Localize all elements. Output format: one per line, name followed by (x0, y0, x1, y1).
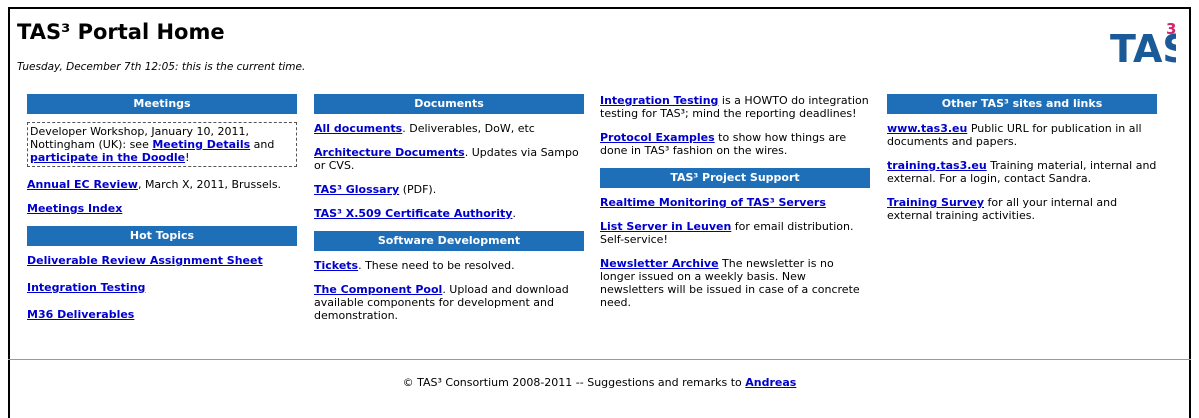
survey-item: Training Survey for all your internal an… (887, 196, 1157, 222)
other-sites-header: Other TAS³ sites and links (887, 94, 1157, 114)
newsletter-item: Newsletter Archive The newsletter is no … (600, 257, 870, 309)
column-meetings: Meetings Developer Workshop, January 10,… (27, 94, 297, 335)
page-title: TAS³ Portal Home (17, 20, 225, 44)
project-support-header: TAS³ Project Support (600, 168, 870, 188)
hot-topic-item: Integration Testing (27, 281, 297, 294)
bang-text: ! (185, 151, 190, 164)
hot-topic-item: Deliverable Review Assignment Sheet (27, 254, 297, 267)
x509-text: . (512, 207, 516, 220)
footer: © TAS³ Consortium 2008-2011 -- Suggestio… (0, 376, 1199, 389)
logo-sup: 3 (1166, 20, 1176, 38)
annual-review-link[interactable]: Annual EC Review (27, 178, 138, 191)
www-item: www.tas3.eu Public URL for publication i… (887, 122, 1157, 148)
all-documents-link[interactable]: All documents (314, 122, 402, 135)
www-tas3-link[interactable]: www.tas3.eu (887, 122, 967, 135)
meetings-index-link[interactable]: Meetings Index (27, 202, 122, 215)
tas3-logo[interactable]: TAS 3 (1110, 20, 1190, 71)
realtime-item: Realtime Monitoring of TAS³ Servers (600, 196, 870, 209)
architecture-documents-link[interactable]: Architecture Documents (314, 146, 465, 159)
column-documents: Documents All documents. Deliverables, D… (314, 94, 584, 333)
hot-topics-header: Hot Topics (27, 226, 297, 246)
integration-testing-hot-link[interactable]: Integration Testing (27, 281, 145, 294)
glossary-link[interactable]: TAS³ Glossary (314, 183, 399, 196)
integration-item: Integration Testing is a HOWTO do integr… (600, 94, 870, 120)
x509-item: TAS³ X.509 Certificate Authority. (314, 207, 584, 220)
column-other-sites: Other TAS³ sites and links www.tas3.eu P… (887, 94, 1157, 233)
documents-header: Documents (314, 94, 584, 114)
and-text: and (250, 138, 275, 151)
footer-text: © TAS³ Consortium 2008-2011 -- Suggestio… (402, 376, 746, 389)
meetings-header: Meetings (27, 94, 297, 114)
footer-divider (8, 359, 1191, 360)
glossary-text: (PDF). (399, 183, 437, 196)
list-server-item: List Server in Leuven for email distribu… (600, 220, 870, 246)
protocol-examples-link[interactable]: Protocol Examples (600, 131, 715, 144)
realtime-monitoring-link[interactable]: Realtime Monitoring of TAS³ Servers (600, 196, 826, 209)
meetings-index-item: Meetings Index (27, 202, 297, 215)
integration-testing-link[interactable]: Integration Testing (600, 94, 718, 107)
meeting-details-link[interactable]: Meeting Details (152, 138, 250, 151)
workshop-notice: Developer Workshop, January 10, 2011, No… (27, 122, 297, 167)
doodle-link[interactable]: participate in the Doodle (30, 151, 185, 164)
training-survey-link[interactable]: Training Survey (887, 196, 984, 209)
glossary-item: TAS³ Glossary (PDF). (314, 183, 584, 196)
hot-topic-item: M36 Deliverables (27, 308, 297, 321)
architecture-item: Architecture Documents. Updates via Samp… (314, 146, 584, 172)
list-server-link[interactable]: List Server in Leuven (600, 220, 731, 233)
protocol-item: Protocol Examples to show how things are… (600, 131, 870, 157)
annual-review-item: Annual EC Review, March X, 2011, Brussel… (27, 178, 297, 191)
current-time: Tuesday, December 7th 12:05: this is the… (17, 61, 306, 73)
newsletter-archive-link[interactable]: Newsletter Archive (600, 257, 719, 270)
andreas-link[interactable]: Andreas (745, 376, 796, 389)
x509-ca-link[interactable]: TAS³ X.509 Certificate Authority (314, 207, 512, 220)
annual-review-text: , March X, 2011, Brussels. (137, 178, 282, 191)
tickets-item: Tickets. These need to be resolved. (314, 259, 584, 272)
column-integration: Integration Testing is a HOWTO do integr… (600, 94, 870, 320)
component-pool-item: The Component Pool. Upload and download … (314, 283, 584, 322)
component-pool-link[interactable]: The Component Pool (314, 283, 442, 296)
training-tas3-link[interactable]: training.tas3.eu (887, 159, 987, 172)
deliverable-review-link[interactable]: Deliverable Review Assignment Sheet (27, 254, 263, 267)
software-development-header: Software Development (314, 231, 584, 251)
tas3-logo-icon: TAS 3 (1110, 20, 1190, 71)
tickets-link[interactable]: Tickets (314, 259, 358, 272)
m36-deliverables-link[interactable]: M36 Deliverables (27, 308, 134, 321)
all-documents-item: All documents. Deliverables, DoW, etc (314, 122, 584, 135)
training-item: training.tas3.eu Training material, inte… (887, 159, 1157, 185)
tickets-text: . These need to be resolved. (358, 259, 515, 272)
all-documents-text: . Deliverables, DoW, etc (402, 122, 535, 135)
